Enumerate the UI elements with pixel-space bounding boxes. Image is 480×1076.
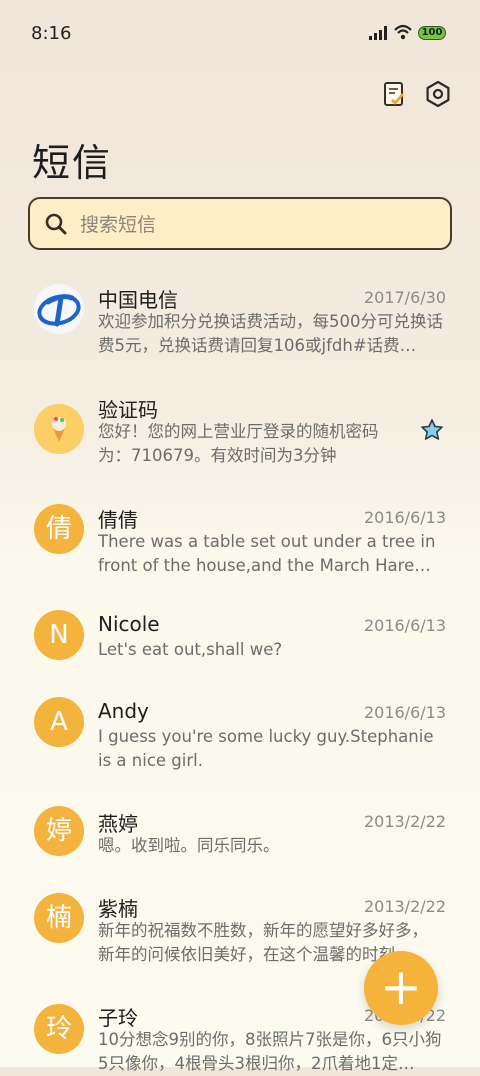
search-bar[interactable]	[28, 197, 452, 250]
star-badge-icon	[421, 419, 443, 440]
message-date: 2016/6/13	[363, 703, 446, 722]
contact-name: Nicole	[98, 612, 160, 636]
contact-name: 中国电信	[98, 288, 178, 312]
signal-icon	[369, 26, 387, 40]
contact-name: 子玲	[98, 1006, 138, 1030]
message-preview: 欢迎参加积分兑换话费活动，每500分可兑换话费5元，兑换话费请回复106或jfd…	[98, 312, 443, 355]
message-date: 2013/2/22	[363, 812, 446, 831]
message-date: 2016/6/13	[363, 616, 446, 635]
message-preview: Let's eat out,shall we?	[98, 640, 283, 659]
message-preview: 嗯。收到啦。同乐同乐。	[98, 836, 280, 855]
contact-name: Andy	[98, 699, 149, 723]
list-item-verification[interactable]: 验证码 您好！您的网上营业厅登录的随机密码为：710679。有效时间为3分钟	[0, 380, 480, 480]
message-date: 2013/2/22	[363, 897, 446, 916]
list-item-nicole[interactable]: N Nicole 2016/6/13 Let's eat out,shall w…	[0, 602, 480, 672]
message-date: 2017/6/30	[363, 288, 446, 307]
clipboard-check-icon[interactable]	[380, 80, 408, 108]
new-message-button[interactable]: +	[364, 951, 438, 1025]
status-bar: 8:16 100	[0, 0, 480, 66]
settings-icon[interactable]	[424, 80, 452, 108]
list-item-qianqian[interactable]: 倩 倩倩 2016/6/13 There was a table set out…	[0, 490, 480, 590]
ice-cream-avatar-icon	[34, 404, 84, 454]
list-item-yanting[interactable]: 婷 燕婷 2013/2/22 嗯。收到啦。同乐同乐。	[0, 798, 480, 868]
message-preview: There was a table set out under a tree i…	[98, 532, 436, 575]
list-item-andy[interactable]: A Andy 2016/6/13 I guess you're some luc…	[0, 686, 480, 786]
message-preview: 10分想念9别的你，8张照片7张是你，6只小狗5只像你，4根骨头3根归你，2爪着…	[98, 1030, 442, 1073]
message-date: 2016/6/13	[363, 508, 446, 527]
contact-name: 验证码	[98, 398, 158, 422]
message-preview: I guess you're some lucky guy.Stephanie …	[98, 727, 434, 770]
search-input[interactable]	[78, 207, 442, 243]
list-item-china-telecom[interactable]: 中国电信 2017/6/30 欢迎参加积分兑换话费活动，每500分可兑换话费5元…	[0, 270, 480, 370]
message-list: 中国电信 2017/6/30 欢迎参加积分兑换话费活动，每500分可兑换话费5元…	[0, 270, 480, 1073]
contact-avatar: 婷	[34, 806, 84, 856]
search-icon	[45, 213, 67, 235]
contact-avatar: 楠	[34, 893, 84, 943]
contact-name: 紫楠	[98, 897, 138, 921]
contact-avatar: 倩	[34, 504, 84, 554]
china-telecom-logo	[34, 284, 84, 334]
status-time: 8:16	[31, 23, 72, 44]
contact-avatar: 玲	[34, 1004, 84, 1054]
page-title: 短信	[32, 141, 113, 185]
message-preview: 您好！您的网上营业厅登录的随机密码为：710679。有效时间为3分钟	[98, 422, 379, 465]
plus-icon: +	[380, 958, 422, 1016]
battery-icon: 100	[418, 26, 446, 40]
wifi-icon	[394, 24, 412, 40]
contact-avatar: A	[34, 697, 84, 747]
contact-name: 倩倩	[98, 508, 138, 532]
contact-name: 燕婷	[98, 812, 138, 836]
contact-avatar: N	[34, 610, 84, 660]
